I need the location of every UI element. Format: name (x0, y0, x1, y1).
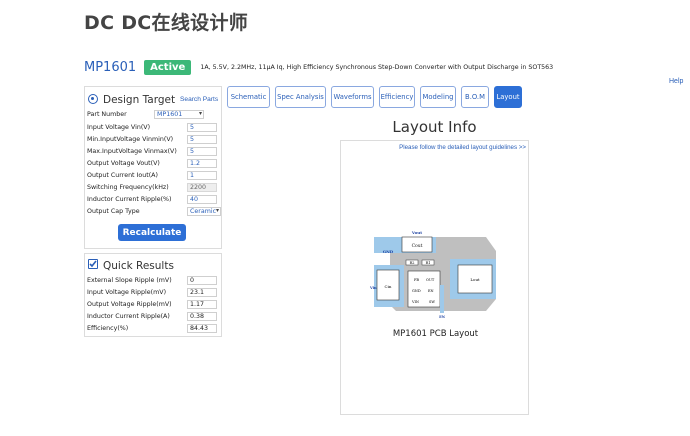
en-label: EN (439, 315, 446, 319)
field-label: Input Voltage Vin(V) (87, 124, 151, 131)
iout-input[interactable]: 1 (187, 171, 217, 180)
cout-label: Cout (412, 243, 423, 249)
quick-results-panel: Quick Results External Slope Ripple (mV)… (84, 253, 222, 337)
result-row: Output Voltage Ripple(mV) 1.17 (87, 300, 217, 309)
result-row: Efficiency(%) 84.43 (87, 324, 217, 333)
field-row-vout: Output Voltage Vout(V) 1.2 (87, 159, 217, 168)
tab-waveforms[interactable]: Waveforms (331, 86, 374, 108)
vinmax-input[interactable]: 5 (187, 147, 217, 156)
result-label: Output Voltage Ripple(mV) (87, 301, 172, 308)
field-row-cap-type: Output Cap Type Ceramic (87, 207, 221, 216)
part-header: MP1601 Active 1A, 5.5V, 2.2MHz, 11μA Iq,… (84, 58, 553, 76)
r1-label: R1 (426, 261, 431, 265)
result-label: External Slope Ripple (mV) (87, 277, 172, 284)
gnd-label: GND (383, 249, 394, 254)
pcb-caption: MP1601 PCB Layout (392, 329, 479, 339)
fb-pin-label: FB (414, 278, 419, 282)
field-row-iout: Output Current Iout(A) 1 (87, 171, 217, 180)
recalculate-button[interactable]: Recalculate (118, 224, 186, 241)
search-parts-link[interactable]: Search Parts (180, 96, 218, 103)
result-row: External Slope Ripple (mV) 0 (87, 276, 217, 285)
result-row: Inductor Current Ripple(A) 0.38 (87, 312, 217, 321)
sw-pin-label: SW (429, 300, 435, 304)
result-row: Input Voltage Ripple(mV) 23.1 (87, 288, 217, 297)
vin-label: Vin (369, 286, 377, 290)
result-value: 0 (187, 276, 217, 285)
target-icon (88, 94, 98, 104)
design-target-panel: Design Target Search Parts Part Number M… (84, 86, 222, 249)
result-value: 1.17 (187, 300, 217, 309)
field-label: Min.InputVoltage Vinmin(V) (87, 136, 174, 143)
tab-modeling[interactable]: Modeling (420, 86, 456, 108)
en-pin-label: EN (428, 289, 434, 293)
vout-label: Vout (411, 230, 422, 235)
vinmin-input[interactable]: 5 (187, 135, 217, 144)
inductor-ripple-input[interactable]: 40 (187, 195, 217, 204)
part-description: 1A, 5.5V, 2.2MHz, 11μA Iq, High Efficien… (200, 63, 554, 71)
app-title: DC DC在线设计师 (84, 12, 249, 34)
vin-input[interactable]: 5 (187, 123, 217, 132)
lout-label: Lout (470, 277, 480, 282)
out-pin-label: OUT (426, 278, 435, 282)
result-label: Inductor Current Ripple(A) (87, 313, 170, 320)
field-label: Switching Frequency(kHz) (87, 184, 169, 191)
layout-panel: Please follow the detailed layout guidel… (340, 140, 529, 415)
tab-bom[interactable]: B.O.M (461, 86, 489, 108)
output-cap-type-select[interactable]: Ceramic (187, 207, 221, 216)
field-row-fsw: Switching Frequency(kHz) 2200 (87, 183, 217, 192)
vin-pin-label: VIN (411, 300, 419, 304)
layout-guidelines-link[interactable]: Please follow the detailed layout guidel… (399, 144, 526, 151)
tab-spec-analysis[interactable]: Spec Analysis (275, 86, 326, 108)
design-target-title: Design Target (103, 94, 176, 106)
result-value: 84.43 (187, 324, 217, 333)
tab-bar: Schematic Spec Analysis Waveforms Effici… (227, 86, 527, 108)
field-row-ripple: Inductor Current Ripple(%) 40 (87, 195, 217, 204)
result-value: 23.1 (187, 288, 217, 297)
r2-label: R2 (410, 261, 415, 265)
field-row-vinmax: Max.InputVoltage Vinmax(V) 5 (87, 147, 217, 156)
part-number-select[interactable]: MP1601 (154, 110, 204, 119)
tab-efficiency[interactable]: Efficiency (379, 86, 415, 108)
result-label: Input Voltage Ripple(mV) (87, 289, 167, 296)
pcb-layout-image: Cout Vout GND R2 R1 Cin Vin FB OUT GND E… (369, 230, 496, 319)
result-value: 0.38 (187, 312, 217, 321)
field-label: Max.InputVoltage Vinmax(V) (87, 148, 177, 155)
field-label: Inductor Current Ripple(%) (87, 196, 172, 203)
quick-results-title: Quick Results (103, 260, 174, 272)
vout-input[interactable]: 1.2 (187, 159, 217, 168)
field-label: Output Cap Type (87, 208, 140, 215)
status-badge: Active (144, 59, 192, 75)
part-name: MP1601 (84, 59, 137, 75)
tab-schematic[interactable]: Schematic (227, 86, 270, 108)
switching-frequency-input: 2200 (187, 183, 217, 192)
help-link[interactable]: Help (669, 78, 683, 85)
checkbox-icon[interactable] (88, 259, 98, 269)
layout-title: Layout Info (392, 118, 477, 136)
tab-layout[interactable]: Layout (494, 86, 522, 108)
gnd-pin-label: GND (412, 289, 421, 293)
quick-results-header: Quick Results (85, 254, 221, 272)
field-row-vin: Input Voltage Vin(V) 5 (87, 123, 217, 132)
cin-label: Cin (385, 284, 392, 289)
result-label: Efficiency(%) (87, 325, 129, 332)
field-label: Output Voltage Vout(V) (87, 160, 160, 167)
design-target-header: Design Target Search Parts (85, 87, 221, 106)
field-label: Output Current Iout(A) (87, 172, 158, 179)
field-row-vinmin: Min.InputVoltage Vinmin(V) 5 (87, 135, 217, 144)
